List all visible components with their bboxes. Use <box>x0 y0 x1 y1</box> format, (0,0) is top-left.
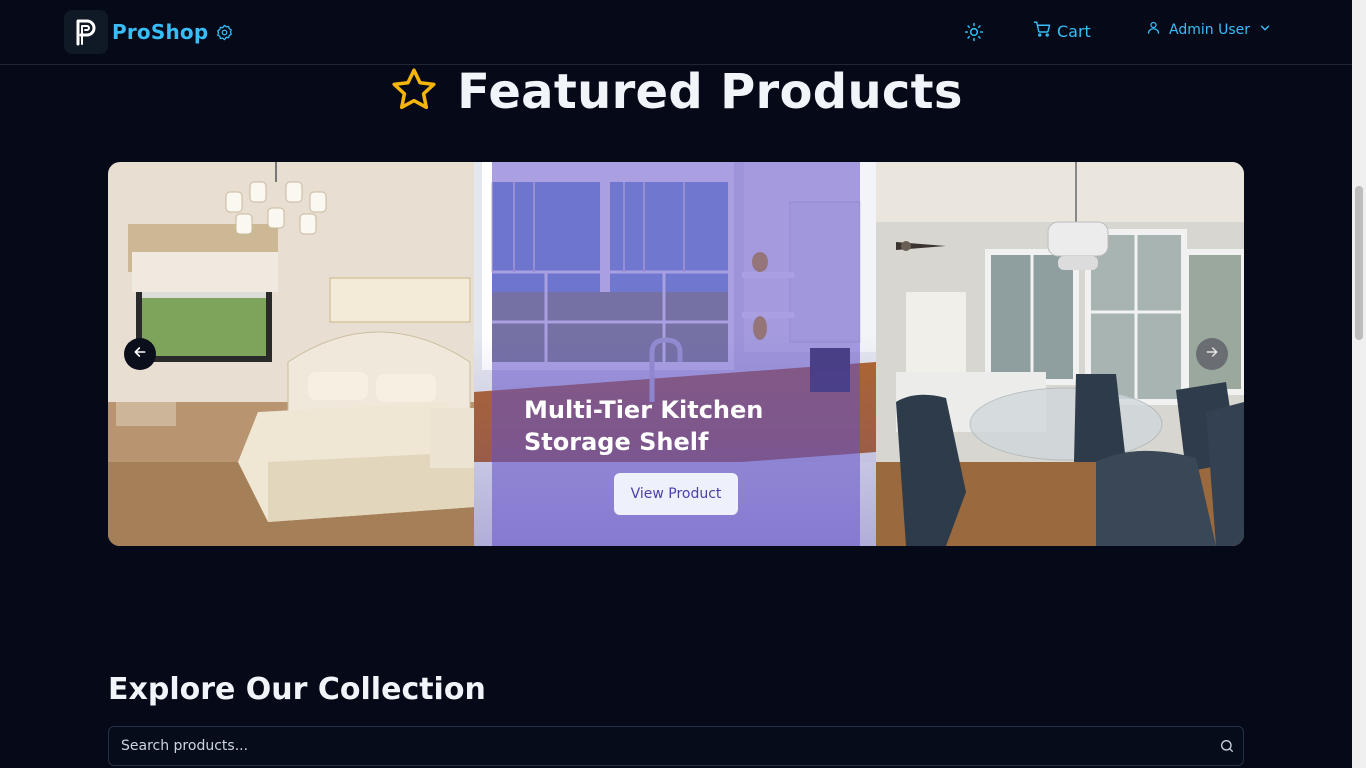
brand-link[interactable]: ProShop <box>64 10 233 54</box>
arrow-left-icon <box>132 344 148 364</box>
verified-badge-icon <box>216 24 233 41</box>
user-icon <box>1146 20 1161 39</box>
collection-title: Explore Our Collection <box>108 672 486 707</box>
chevron-down-icon <box>1258 21 1272 39</box>
search-bar <box>108 726 1244 766</box>
navbar: ProShop Cart Admin User <box>0 0 1352 65</box>
page-title: Featured Products <box>457 64 963 120</box>
slide-dining-image[interactable] <box>876 162 1244 546</box>
featured-carousel[interactable]: Multi-Tier Kitchen Storage Shelf View Pr… <box>108 162 1244 546</box>
user-label: Admin User <box>1169 21 1250 38</box>
page-scrollbar[interactable] <box>1352 0 1366 768</box>
star-icon <box>389 65 439 119</box>
scrollbar-thumb[interactable] <box>1355 186 1363 340</box>
carousel-next-button[interactable] <box>1196 338 1228 370</box>
carousel-prev-button[interactable] <box>124 338 156 370</box>
view-product-button[interactable]: View Product <box>614 473 738 515</box>
cart-label: Cart <box>1057 21 1091 41</box>
sun-icon[interactable] <box>964 22 984 42</box>
arrow-right-icon <box>1204 344 1220 364</box>
p-logo-icon <box>64 10 108 54</box>
search-input[interactable] <box>109 727 1209 765</box>
search-icon[interactable] <box>1219 738 1235 758</box>
slide-title: Multi-Tier Kitchen Storage Shelf <box>524 396 764 456</box>
cart-link[interactable]: Cart <box>1033 20 1091 42</box>
brand-name: ProShop <box>112 20 209 44</box>
user-menu-button[interactable]: Admin User <box>1146 20 1272 39</box>
slide-bedroom-image[interactable] <box>108 162 474 546</box>
cart-icon <box>1033 20 1051 42</box>
featured-heading: Featured Products <box>0 62 1352 122</box>
